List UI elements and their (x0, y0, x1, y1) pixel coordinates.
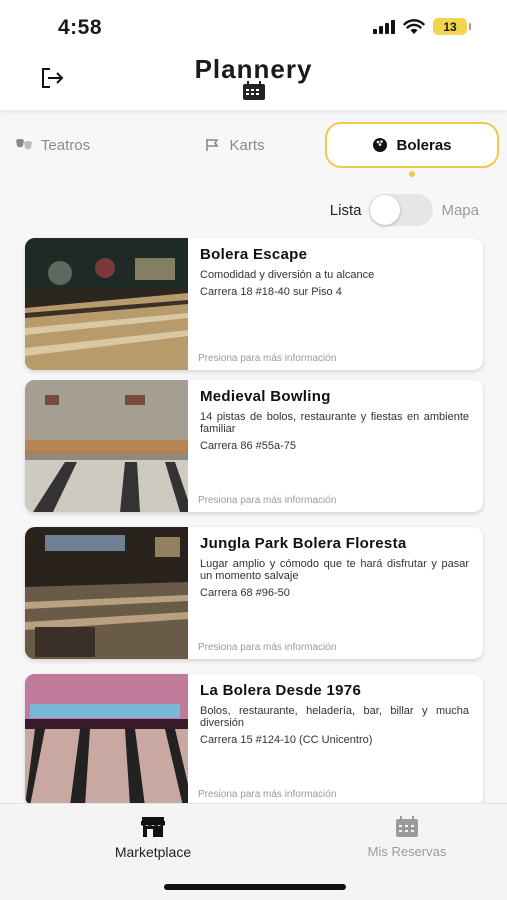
venue-photo (25, 238, 188, 370)
tab-boleras[interactable]: Boleras (325, 122, 499, 168)
calendar-logo-icon (243, 81, 265, 100)
list-map-switch[interactable] (369, 194, 434, 226)
card-body: Medieval Bowling 14 pistas de bolos, res… (200, 388, 469, 512)
switch-knob (370, 195, 401, 225)
venue-description: 14 pistas de bolos, restaurante y fiesta… (200, 411, 469, 435)
theater-masks-icon (15, 139, 32, 150)
active-tab-indicator (409, 171, 415, 177)
venue-card[interactable]: Bolera Escape Comodidad y diversión a tu… (25, 238, 483, 370)
more-info-hint: Presiona para más información (198, 353, 337, 364)
nav-label: Mis Reservas (367, 844, 447, 859)
tab-label: Karts (229, 136, 265, 154)
venue-description: Bolos, restaurante, heladería, bar, bill… (200, 705, 469, 729)
tab-label: Boleras (396, 136, 452, 154)
status-indicators: 13 (373, 18, 471, 35)
venue-description: Comodidad y diversión a tu alcance (200, 269, 375, 281)
cellular-signal-icon (373, 19, 395, 34)
venue-address: Carrera 18 #18-40 sur Piso 4 (200, 286, 342, 298)
venue-name: Bolera Escape (200, 246, 308, 263)
venue-name: La Bolera Desde 1976 (200, 682, 362, 699)
battery-indicator: 13 (433, 18, 471, 35)
venue-description: Lugar amplio y cómodo que te hará disfru… (200, 558, 469, 582)
status-time: 4:58 (58, 16, 103, 39)
card-body: Bolera Escape Comodidad y diversión a tu… (200, 246, 469, 370)
status-bar: 4:58 13 (0, 0, 507, 52)
venue-card[interactable]: Medieval Bowling 14 pistas de bolos, res… (25, 380, 483, 512)
tab-label: Teatros (40, 136, 91, 154)
more-info-hint: Presiona para más información (198, 789, 337, 800)
venue-card[interactable]: La Bolera Desde 1976 Bolos, restaurante,… (25, 674, 483, 806)
venue-address: Carrera 15 #124-10 (CC Unicentro) (200, 734, 373, 746)
nav-label: Marketplace (114, 844, 192, 860)
venue-name: Jungla Park Bolera Floresta (200, 535, 407, 552)
nav-mis-reservas[interactable]: Mis Reservas (352, 816, 462, 859)
card-body: La Bolera Desde 1976 Bolos, restaurante,… (200, 682, 469, 806)
venue-card[interactable]: Jungla Park Bolera Floresta Lugar amplio… (25, 527, 483, 659)
go-kart-icon (206, 139, 219, 151)
list-label[interactable]: Lista (330, 202, 362, 219)
storefront-icon (141, 817, 165, 837)
venue-address: Carrera 68 #96-50 (200, 587, 290, 599)
calendar-icon (396, 816, 418, 837)
venue-photo (25, 527, 188, 659)
map-label[interactable]: Mapa (441, 202, 479, 219)
wifi-icon (403, 18, 425, 34)
view-toggle: Lista Mapa (330, 194, 479, 226)
home-indicator (164, 884, 346, 890)
venue-photo (25, 674, 188, 806)
venue-address: Carrera 86 #55a-75 (200, 440, 297, 452)
bowling-ball-icon (373, 138, 388, 152)
tab-karts[interactable]: Karts (190, 122, 280, 168)
more-info-hint: Presiona para más información (198, 495, 337, 506)
nav-marketplace[interactable]: Marketplace (98, 816, 208, 860)
more-info-hint: Presiona para más información (198, 642, 337, 653)
venue-photo (25, 380, 188, 512)
category-tabs: Teatros Karts Boleras (0, 120, 507, 177)
tab-teatros[interactable]: Teatros (0, 122, 105, 168)
venue-name: Medieval Bowling (200, 388, 331, 405)
card-body: Jungla Park Bolera Floresta Lugar amplio… (200, 535, 469, 659)
app-header: Plannery (0, 52, 507, 110)
